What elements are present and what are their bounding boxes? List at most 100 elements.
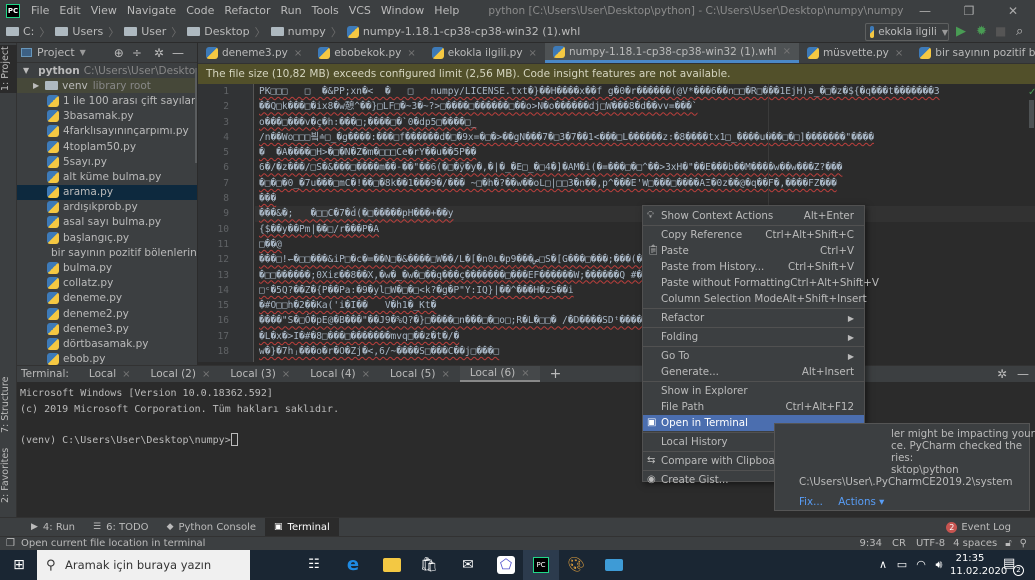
tool-tab-python-console[interactable]: ◆ Python Console — [158, 518, 265, 536]
volume-icon[interactable]: 🔊︎ — [930, 556, 948, 574]
tree-item[interactable]: ebob.py — [17, 352, 197, 365]
restore-button[interactable]: ❐ — [947, 4, 991, 18]
event-log-button[interactable]: 2 Event Log — [946, 518, 1035, 536]
locate-icon[interactable]: ⊕ — [114, 46, 124, 60]
mail-icon[interactable]: ✉ — [459, 556, 477, 574]
menu-item-paste-without-formatting[interactable]: Paste without Formatting Ctrl+Alt+Shift+V — [643, 275, 879, 291]
breadcrumb-item[interactable]: User — [124, 25, 166, 38]
menu-view[interactable]: View — [86, 4, 122, 17]
close-tab-icon[interactable]: × — [294, 48, 302, 59]
store-icon[interactable]: 🛍︎ — [420, 556, 438, 574]
inspection-ok-icon[interactable]: ✓ — [1028, 87, 1035, 98]
control-panel-icon[interactable] — [605, 559, 623, 571]
actions-link[interactable]: Actions ▾ — [838, 496, 884, 508]
geogebra-icon[interactable]: ⬠ — [497, 556, 515, 574]
close-tab-icon[interactable]: × — [783, 46, 791, 57]
editor-tab[interactable]: numpy-1.18.1-cp38-cp38-win32 (1).whl × — [544, 43, 799, 63]
close-tab-icon[interactable]: × — [362, 369, 370, 380]
menu-vcs[interactable]: VCS — [344, 4, 376, 17]
menu-item-column-selection-mode[interactable]: Column Selection Mode Alt+Shift+Insert — [643, 291, 867, 307]
chevron-down-icon[interactable]: ▼ — [80, 48, 86, 57]
file-encoding[interactable]: UTF-8 — [916, 538, 945, 549]
toggle-tool-windows-icon[interactable]: ❐ — [6, 538, 15, 549]
terminal-tab[interactable]: Local (4) × — [300, 366, 380, 382]
editor-tab[interactable]: ebobekok.py × — [310, 43, 424, 63]
gear-icon[interactable]: ✲ — [154, 46, 164, 60]
terminal-tab[interactable]: Local (3) × — [220, 366, 300, 382]
tree-item[interactable]: arama.py — [17, 184, 197, 200]
close-tab-icon[interactable]: × — [122, 369, 130, 380]
tree-item[interactable]: 3basamak.py — [17, 109, 197, 124]
breadcrumb-item[interactable]: numpy-1.18.1-cp38-cp38-win32 (1).whl — [346, 25, 580, 38]
lock-icon[interactable]: 🔓︎ — [1005, 538, 1011, 549]
menu-item-show-context-actions[interactable]: 💡︎ Show Context Actions Alt+Enter — [643, 208, 864, 224]
close-tab-icon[interactable]: × — [895, 48, 903, 59]
line-separator[interactable]: CR — [892, 538, 906, 549]
indent-setting[interactable]: 4 spaces — [953, 538, 997, 549]
tree-item[interactable]: ▶ venv library root — [17, 78, 197, 94]
tree-item[interactable]: 1 ile 100 arası çift sayılar — [17, 93, 197, 108]
tree-item[interactable]: deneme3.py — [17, 321, 197, 336]
menu-item-folding[interactable]: Folding ▶ — [643, 329, 864, 345]
minimize-button[interactable]: — — [903, 4, 947, 18]
run-configuration-select[interactable]: ekokla ilgili ▼ — [865, 23, 949, 41]
gear-icon[interactable]: ✲ — [997, 367, 1007, 381]
tool-tab--run[interactable]: ▶ 4: Run — [22, 518, 84, 536]
new-terminal-button[interactable]: + — [540, 366, 572, 382]
battery-icon[interactable]: ▭ — [893, 556, 911, 574]
tool-tab--todo[interactable]: ☰ 6: TODO — [84, 518, 158, 536]
taskbar-search-box[interactable]: ⚲ Aramak için buraya yazın — [37, 550, 250, 580]
terminal-tab[interactable]: Local × — [79, 366, 141, 382]
tree-item[interactable]: 5sayı.py — [17, 154, 197, 169]
menu-help[interactable]: Help — [429, 4, 464, 17]
expand-arrow-icon[interactable]: ▶ — [33, 81, 39, 90]
caret-position[interactable]: 9:34 — [860, 538, 882, 549]
tree-item[interactable]: 4farklısayınınçarpımı.py — [17, 124, 197, 139]
pycharm-logo-icon[interactable]: PC — [6, 3, 20, 18]
tree-item[interactable]: deneme2.py — [17, 306, 197, 321]
tree-root[interactable]: ▼ python C:\Users\User\Desktop\python — [17, 63, 197, 78]
clock[interactable]: 21:35 11.02.2020 — [950, 552, 1007, 578]
collapse-all-icon[interactable]: ÷ — [132, 46, 142, 60]
tree-item[interactable]: ardışıkprob.py — [17, 200, 197, 215]
fix-link[interactable]: Fix... — [799, 496, 823, 508]
search-icon[interactable]: ⌕ — [1016, 24, 1023, 39]
windows-start-icon[interactable]: ⊞ — [10, 556, 28, 574]
menu-refactor[interactable]: Refactor — [219, 4, 275, 17]
show-hidden-icons[interactable]: ∧ — [874, 556, 892, 574]
paint-icon[interactable]: 🎨︎ — [567, 556, 585, 574]
tree-item[interactable]: deneme.py — [17, 291, 197, 306]
editor-tab[interactable]: deneme3.py × — [198, 43, 310, 63]
expand-arrow-icon[interactable]: ▼ — [23, 66, 29, 75]
menu-edit[interactable]: Edit — [54, 4, 85, 17]
tree-item[interactable]: başlangıç.py — [17, 230, 197, 245]
favorites-tool-tab[interactable]: 2: Favorites — [0, 448, 17, 503]
pycharm-taskbar-button[interactable]: PC — [523, 550, 559, 580]
edge-icon[interactable]: e — [344, 556, 362, 574]
terminal-tab[interactable]: Local (5) × — [380, 366, 460, 382]
menu-code[interactable]: Code — [181, 4, 219, 17]
tree-item[interactable]: 4toplam50.py — [17, 139, 197, 154]
terminal-tab[interactable]: Local (6) × — [459, 366, 540, 382]
editor-tab[interactable]: müsvette.py × — [799, 43, 911, 63]
run-icon[interactable]: ▶ — [956, 24, 966, 39]
close-button[interactable]: ✕ — [991, 4, 1035, 18]
close-tab-icon[interactable]: × — [202, 369, 210, 380]
tree-item[interactable]: asal sayı bulma.py — [17, 215, 197, 230]
menu-file[interactable]: File — [26, 4, 54, 17]
menu-navigate[interactable]: Navigate — [122, 4, 181, 17]
tree-item[interactable]: collatz.py — [17, 276, 197, 291]
menu-window[interactable]: Window — [376, 4, 429, 17]
inspector-icon[interactable]: ⚲ — [1020, 538, 1027, 549]
menu-item-file-path[interactable]: File Path Ctrl+Alt+F12 — [643, 399, 864, 415]
wifi-icon[interactable]: ◠ — [912, 556, 930, 574]
tool-tab-terminal[interactable]: ▣ Terminal — [265, 518, 339, 536]
menu-item-paste[interactable]: 📋︎ Paste Ctrl+V — [643, 243, 864, 259]
tree-item[interactable]: alt küme bulma.py — [17, 169, 197, 184]
close-tab-icon[interactable]: × — [529, 48, 537, 59]
project-view-select[interactable]: Project — [37, 46, 75, 59]
debug-icon[interactable]: ✹ — [976, 24, 987, 39]
menu-item-go-to[interactable]: Go To ▶ — [643, 348, 864, 364]
close-tab-icon[interactable]: × — [441, 369, 449, 380]
breadcrumb-item[interactable]: Users — [55, 25, 103, 38]
